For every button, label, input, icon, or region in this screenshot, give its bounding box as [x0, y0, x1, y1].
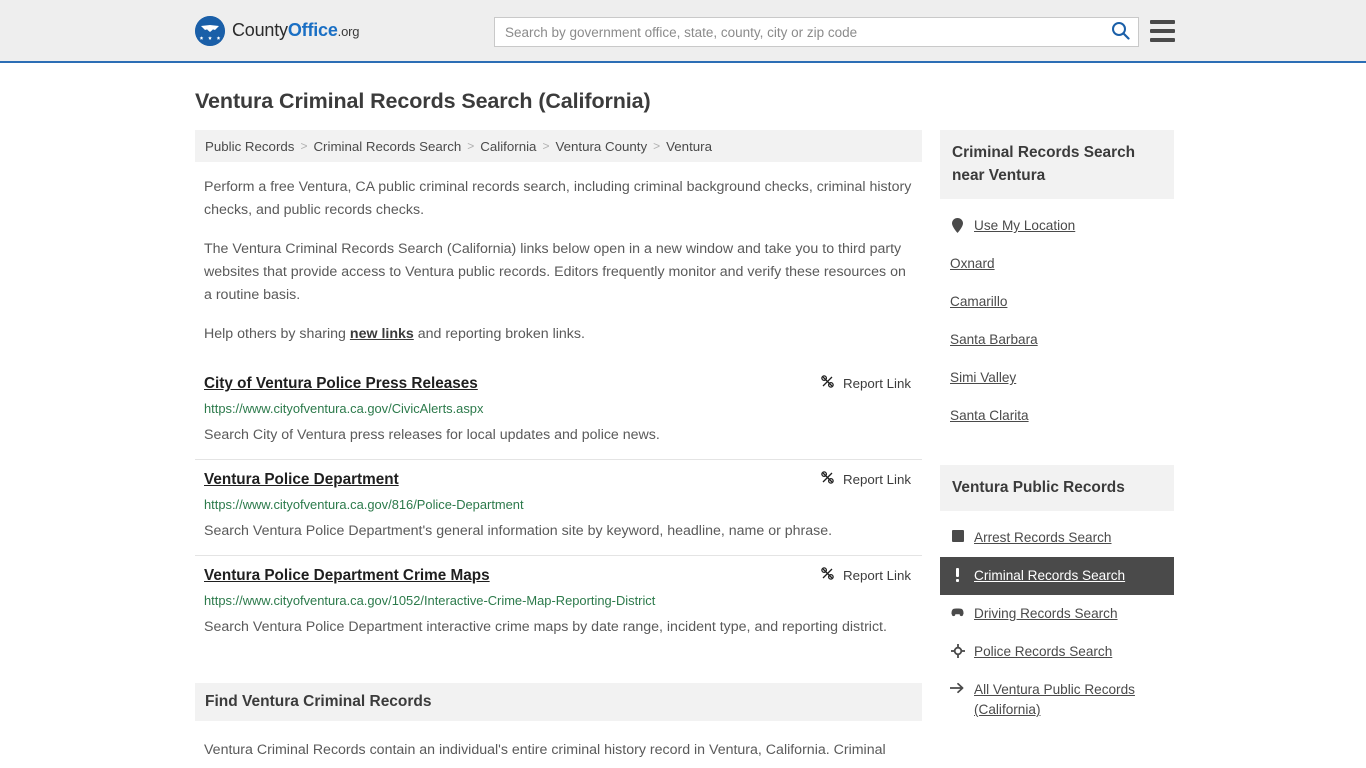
result-url[interactable]: https://www.cityofventura.ca.gov/816/Pol…: [204, 496, 913, 513]
result-item: Ventura Police Department Report Link ht…: [195, 459, 922, 555]
use-my-location-label: Use My Location: [974, 218, 1076, 233]
breadcrumb-separator: >: [467, 139, 475, 153]
sidebar-item-arrest-records[interactable]: Arrest Records Search: [940, 519, 1174, 557]
intro-paragraph-3: Help others by sharing new links and rep…: [204, 323, 913, 346]
logo-text-tld: .org: [337, 24, 360, 39]
nearby-panel: Criminal Records Search near Ventura Use…: [940, 130, 1174, 437]
eagle-shield-logo-icon: [195, 15, 225, 46]
nearby-city-santa-clarita[interactable]: Santa Clarita: [940, 397, 1174, 435]
sidebar-item-driving-records[interactable]: Driving Records Search: [940, 595, 1174, 633]
intro-p3-after: and reporting broken links.: [413, 326, 585, 342]
sidebar-item-label: Police Records Search: [974, 644, 1113, 659]
broken-link-icon: [820, 566, 835, 584]
search-bar[interactable]: [494, 17, 1139, 47]
arrow-right-icon: [950, 680, 965, 694]
result-description: Search Ventura Police Department interac…: [204, 619, 887, 635]
nearby-city-simi-valley[interactable]: Simi Valley: [940, 359, 1174, 397]
nearby-city-label: Simi Valley: [950, 370, 1017, 385]
broken-link-icon: [820, 374, 835, 392]
intro-text: Perform a free Ventura, CA public crimin…: [195, 176, 922, 346]
car-icon: [950, 604, 965, 617]
find-records-header: Find Ventura Criminal Records: [195, 683, 922, 721]
public-records-panel-heading: Ventura Public Records: [952, 479, 1125, 496]
nearby-panel-header: Criminal Records Search near Ventura: [940, 130, 1174, 199]
breadcrumb-separator: >: [542, 139, 550, 153]
nearby-city-label: Oxnard: [950, 256, 995, 271]
new-links-link[interactable]: new links: [350, 326, 414, 342]
sidebar-item-all-public-records[interactable]: All Ventura Public Records (California): [940, 671, 1174, 729]
report-link-label: Report Link: [843, 567, 911, 583]
breadcrumb: Public Records > Criminal Records Search…: [195, 130, 922, 162]
page-body: Ventura Criminal Records Search (Califor…: [0, 89, 1366, 768]
breadcrumb-separator: >: [300, 139, 308, 153]
nearby-city-oxnard[interactable]: Oxnard: [940, 245, 1174, 283]
public-records-panel-header: Ventura Public Records: [940, 465, 1174, 511]
nearby-city-label: Santa Clarita: [950, 408, 1029, 423]
sidebar-item-criminal-records[interactable]: Criminal Records Search: [940, 557, 1174, 595]
nearby-panel-heading: Criminal Records Search near Ventura: [952, 144, 1136, 184]
site-header: CountyOffice.org: [0, 0, 1366, 63]
use-my-location-item[interactable]: Use My Location: [940, 207, 1174, 245]
map-pin-icon: [950, 216, 965, 233]
sidebar: Criminal Records Search near Ventura Use…: [940, 130, 1174, 768]
nearby-city-camarillo[interactable]: Camarillo: [940, 283, 1174, 321]
page-title: Ventura Criminal Records Search (Califor…: [195, 89, 651, 113]
breadcrumb-item-ventura[interactable]: Ventura: [666, 139, 712, 154]
public-records-panel-body: Arrest Records Search Criminal Records S…: [940, 511, 1174, 731]
nearby-city-label: Camarillo: [950, 294, 1008, 309]
breadcrumb-item-public-records[interactable]: Public Records: [205, 139, 294, 154]
result-item: City of Ventura Police Press Releases Re…: [195, 364, 922, 459]
police-badge-icon: [950, 642, 965, 658]
find-records-heading: Find Ventura Criminal Records: [205, 693, 432, 710]
nearby-panel-body: Use My Location Oxnard Camarillo Santa B…: [940, 199, 1174, 437]
intro-paragraph-2: The Ventura Criminal Records Search (Cal…: [204, 241, 906, 303]
logo-text-county: County: [232, 20, 288, 40]
intro-paragraph-1: Perform a free Ventura, CA public crimin…: [204, 179, 912, 218]
report-link-label: Report Link: [843, 471, 911, 487]
find-records-body: Ventura Criminal Records contain an indi…: [195, 739, 922, 768]
nearby-city-santa-barbara[interactable]: Santa Barbara: [940, 321, 1174, 359]
intro-p3-before: Help others by sharing: [204, 326, 350, 342]
search-button[interactable]: [1102, 18, 1138, 46]
breadcrumb-item-criminal-records-search[interactable]: Criminal Records Search: [313, 139, 461, 154]
result-url[interactable]: https://www.cityofventura.ca.gov/CivicAl…: [204, 400, 913, 417]
result-title-link[interactable]: Ventura Police Department Crime Maps: [204, 566, 490, 585]
search-input[interactable]: [495, 18, 1102, 46]
fingerprint-square-icon: [950, 528, 965, 542]
report-link-button[interactable]: Report Link: [820, 566, 911, 584]
search-icon: [1111, 21, 1130, 43]
logo-text-office: Office: [287, 20, 338, 40]
nearby-city-label: Santa Barbara: [950, 332, 1038, 347]
report-link-button[interactable]: Report Link: [820, 374, 911, 392]
exclamation-icon: [950, 566, 965, 582]
public-records-panel: Ventura Public Records Arrest Records Se…: [940, 465, 1174, 731]
results-list: City of Ventura Police Press Releases Re…: [195, 364, 922, 651]
report-link-label: Report Link: [843, 375, 911, 391]
find-records-paragraph: Ventura Criminal Records contain an indi…: [204, 742, 900, 768]
result-description: Search City of Ventura press releases fo…: [204, 427, 660, 443]
broken-link-icon: [820, 470, 835, 488]
sidebar-item-police-records[interactable]: Police Records Search: [940, 633, 1174, 671]
site-logo[interactable]: CountyOffice.org: [195, 15, 359, 46]
main-content: Public Records > Criminal Records Search…: [195, 130, 922, 768]
breadcrumb-separator: >: [653, 139, 661, 153]
sidebar-item-label: Criminal Records Search: [974, 568, 1126, 583]
sidebar-item-label: Driving Records Search: [974, 606, 1118, 621]
breadcrumb-item-california[interactable]: California: [480, 139, 536, 154]
hamburger-menu-icon[interactable]: [1150, 20, 1175, 42]
result-url[interactable]: https://www.cityofventura.ca.gov/1052/In…: [204, 592, 913, 609]
sidebar-item-label: All Ventura Public Records (California): [974, 682, 1135, 717]
result-title-link[interactable]: City of Ventura Police Press Releases: [204, 374, 478, 393]
breadcrumb-item-ventura-county[interactable]: Ventura County: [555, 139, 647, 154]
logo-wordmark: CountyOffice.org: [232, 20, 359, 41]
report-link-button[interactable]: Report Link: [820, 470, 911, 488]
sidebar-item-label: Arrest Records Search: [974, 530, 1112, 545]
result-description: Search Ventura Police Department's gener…: [204, 523, 833, 539]
result-item: Ventura Police Department Crime Maps Rep…: [195, 555, 922, 651]
result-title-link[interactable]: Ventura Police Department: [204, 470, 399, 489]
